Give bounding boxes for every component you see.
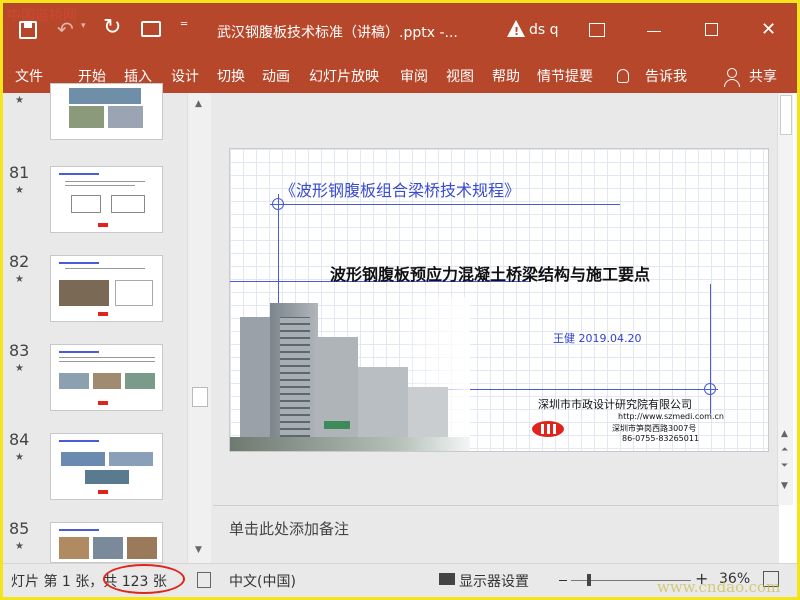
main-scrollbar[interactable]: ▲ ⏶ ⏷ ▼ (777, 93, 793, 505)
animation-star-icon: ★ (15, 452, 24, 463)
slide-thumbnail[interactable] (50, 522, 163, 563)
watermark-bottom: www.cndao.com (657, 578, 781, 596)
decorative-line (270, 204, 620, 205)
next-slide-icon[interactable]: ⏷ (781, 461, 788, 471)
lightbulb-icon[interactable] (617, 69, 629, 83)
slide-thumbnail[interactable] (50, 433, 163, 500)
tab-storyboarding[interactable]: 情节提要 (537, 66, 593, 86)
company-name[interactable]: 深圳市市政设计研究院有限公司 (538, 396, 692, 412)
company-url[interactable]: http://www.szmedi.com.cn (618, 412, 724, 421)
scroll-down-icon[interactable]: ▼ (195, 545, 202, 555)
minimize-icon[interactable] (647, 31, 661, 32)
tab-help[interactable]: 帮助 (492, 66, 520, 86)
title-bar: ↶ ▾ ↻ ═ 武汉钢腹板技术标准（讲稿）.pptx -... ! ds q ✕ (3, 3, 797, 61)
company-logo (532, 421, 564, 437)
undo-dropdown-icon[interactable]: ▾ (81, 21, 86, 31)
animation-star-icon: ★ (15, 95, 24, 106)
thumbnail-scrollbar[interactable]: ▲ ▼ (187, 93, 211, 563)
tab-view[interactable]: 视图 (446, 66, 474, 86)
presentation-icon[interactable] (141, 21, 161, 37)
close-icon[interactable]: ✕ (761, 19, 776, 40)
maximize-icon[interactable] (705, 23, 718, 36)
slide-thumbnail[interactable] (50, 344, 163, 411)
author-date[interactable]: 王健 2019.04.20 (553, 330, 641, 346)
animation-star-icon: ★ (15, 274, 24, 285)
spellcheck-icon[interactable] (197, 572, 211, 588)
slide-thumbnail[interactable] (50, 83, 163, 140)
company-phone[interactable]: 86-0755-83265011 (622, 434, 699, 443)
tell-me-box[interactable]: 告诉我 (645, 66, 687, 86)
powerpoint-window: ↶ ▾ ↻ ═ 武汉钢腹板技术标准（讲稿）.pptx -... ! ds q ✕… (0, 0, 800, 600)
customize-toolbar-icon[interactable]: ═ (181, 19, 187, 30)
ribbon-display-options-icon[interactable] (589, 23, 605, 37)
slide-title[interactable]: 波形钢腹板预应力混凝土桥梁结构与施工要点 (330, 261, 650, 285)
notes-placeholder[interactable]: 单击此处添加备注 (229, 518, 349, 539)
animation-star-icon: ★ (15, 185, 24, 196)
zoom-slider-thumb[interactable] (587, 574, 591, 586)
redo-icon[interactable]: ↻ (103, 15, 121, 40)
scroll-thumb[interactable] (192, 387, 208, 407)
scroll-thumb[interactable] (780, 95, 792, 135)
company-address[interactable]: 深圳市笋岗西路3007号 (612, 423, 696, 434)
notes-pane[interactable]: 单击此处添加备注 (213, 505, 779, 563)
slide-subtitle[interactable]: 《波形钢腹板组合梁桥技术规程》 (280, 177, 520, 201)
slide-thumbnail-pane: ★ 81 ★ 82 ★ 83 ★ 84 ★ 85 ★ ▲ ▼ (3, 83, 213, 563)
slide-number: 85 (9, 519, 30, 538)
scroll-up-icon[interactable]: ▲ (781, 429, 788, 439)
previous-slide-icon[interactable]: ⏶ (781, 445, 788, 455)
slide-number: 81 (9, 163, 30, 182)
tab-file[interactable]: 文件 (15, 66, 43, 86)
scroll-up-icon[interactable]: ▲ (195, 99, 202, 109)
display-settings-button[interactable]: 显示器设置 (459, 571, 529, 591)
slide-number: 82 (9, 252, 30, 271)
share-person-icon[interactable] (727, 68, 737, 78)
slide-number: 84 (9, 430, 30, 449)
decorative-line (278, 194, 279, 314)
share-button[interactable]: 共享 (749, 66, 777, 86)
language-indicator[interactable]: 中文(中国) (229, 571, 296, 591)
highlight-circle (103, 564, 185, 594)
animation-star-icon: ★ (15, 541, 24, 552)
animation-star-icon: ★ (15, 363, 24, 374)
tab-transitions[interactable]: 切换 (217, 66, 245, 86)
user-name[interactable]: ds q (529, 22, 559, 38)
slide-number: 83 (9, 341, 30, 360)
decorative-circle (704, 383, 716, 395)
tab-animations[interactable]: 动画 (262, 66, 290, 86)
slide-thumbnail[interactable] (50, 166, 163, 233)
tab-review[interactable]: 审阅 (400, 66, 428, 86)
tab-slideshow[interactable]: 幻灯片放映 (309, 66, 379, 86)
display-settings-icon[interactable] (439, 573, 455, 585)
scroll-down-icon[interactable]: ▼ (781, 481, 788, 491)
building-photo (230, 297, 470, 451)
zoom-out-icon[interactable] (559, 580, 567, 581)
slide-thumbnail[interactable] (50, 255, 163, 322)
window-title: 武汉钢腹板技术标准（讲稿）.pptx -... (217, 25, 458, 41)
tab-design[interactable]: 设计 (171, 66, 199, 86)
watermark-top: 中国道桥网 (7, 8, 77, 24)
current-slide[interactable]: 《波形钢腹板组合梁桥技术规程》 波形钢腹板预应力混凝土桥梁结构与施工要点 王健 … (229, 148, 769, 452)
